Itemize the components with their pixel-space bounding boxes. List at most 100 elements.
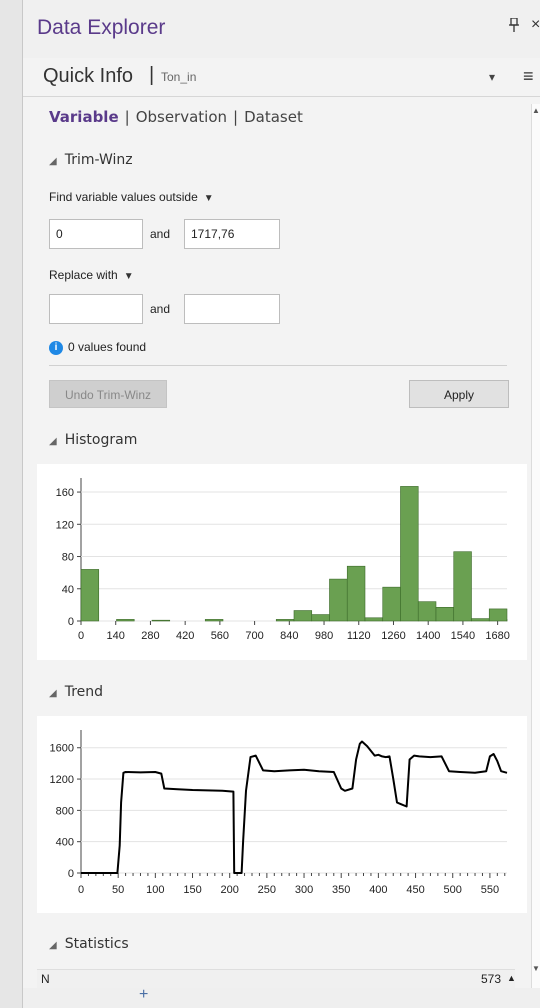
- section-title: Histogram: [64, 432, 138, 448]
- tab-bar: Variable | Observation | Dataset: [49, 108, 303, 126]
- histogram-bar: [151, 619, 171, 622]
- data-explorer-window: Data Explorer × Quick Info | Ton_in ▾ ≡ …: [22, 0, 540, 1008]
- histogram-bar: [275, 619, 295, 622]
- y-tick-label: 400: [56, 837, 74, 849]
- tab-separator: |: [124, 108, 130, 126]
- y-tick-label: 40: [62, 584, 74, 596]
- find-high-input[interactable]: 1717,76: [184, 219, 280, 249]
- section-trend-header[interactable]: ◢ Trend: [49, 684, 103, 700]
- trend-line: [81, 740, 508, 874]
- y-tick-label: 800: [56, 805, 74, 817]
- stat-label: N: [41, 972, 50, 986]
- histogram-bar: [116, 619, 135, 622]
- histogram-bar: [400, 486, 419, 622]
- replace-high-input[interactable]: [184, 294, 280, 324]
- scroll-down-icon[interactable]: ▼: [532, 964, 540, 973]
- x-tick-label: 1680: [485, 630, 509, 642]
- x-tick-label: 1540: [451, 630, 475, 642]
- section-title: Statistics: [64, 936, 129, 952]
- section-title: Trend: [64, 684, 104, 700]
- histogram-bar: [364, 617, 384, 622]
- variable-name: Ton_in: [161, 70, 197, 84]
- x-tick-label: 0: [78, 884, 84, 896]
- tab-dataset[interactable]: Dataset: [244, 108, 303, 126]
- histogram-bar: [346, 565, 366, 622]
- histogram-bar: [293, 610, 313, 622]
- and-label: and: [150, 227, 171, 241]
- scroll-up-icon[interactable]: ▲: [532, 106, 540, 115]
- histogram-chart: 0 40 80 120 160 0 140 280 420 560 700 840 980 1120 126…: [37, 464, 527, 660]
- caret-down-icon: ▼: [203, 193, 214, 204]
- menu-icon[interactable]: ≡: [523, 66, 534, 87]
- collapse-triangle-icon: ◢: [49, 436, 57, 447]
- x-tick-label: 150: [183, 884, 201, 896]
- histogram-bar: [417, 601, 437, 622]
- section-trimwinz-header[interactable]: ◢ Trim-Winz: [49, 152, 133, 168]
- pin-icon[interactable]: [509, 17, 519, 35]
- close-icon[interactable]: ×: [531, 16, 540, 34]
- collapse-triangle-icon: ◢: [49, 156, 57, 167]
- replace-low-input[interactable]: [49, 294, 143, 324]
- collapse-triangle-icon: ◢: [49, 688, 57, 699]
- find-values-dropdown[interactable]: Find variable values outside ▼: [49, 190, 214, 204]
- values-found-text: 0 values found: [68, 340, 147, 354]
- chevron-down-icon[interactable]: ▾: [489, 70, 495, 84]
- x-tick-label: 400: [369, 884, 387, 896]
- x-tick-label: 1400: [416, 630, 440, 642]
- x-tick-label: 280: [141, 630, 159, 642]
- vertical-scrollbar[interactable]: [531, 104, 540, 994]
- quick-info-separator: |: [149, 64, 155, 86]
- replace-with-label: Replace with: [49, 268, 118, 282]
- window-title: Data Explorer: [37, 16, 166, 39]
- and-label: and: [150, 302, 171, 316]
- histogram-bar: [311, 614, 330, 622]
- replace-with-dropdown[interactable]: Replace with ▼: [49, 268, 134, 282]
- section-histogram-header[interactable]: ◢ Histogram: [49, 432, 137, 448]
- histogram-bar: [488, 608, 508, 622]
- y-tick-label: 0: [68, 868, 74, 880]
- trend-svg: 0 400 800 1200 1600 0 50 100 150 200 250 300 350 400 4…: [50, 730, 508, 896]
- caret-down-icon: ▼: [123, 271, 134, 282]
- y-tick-label: 120: [56, 519, 74, 531]
- x-tick-label: 300: [295, 884, 313, 896]
- x-tick-label: 140: [107, 630, 125, 642]
- x-tick-label: 0: [78, 630, 84, 642]
- x-tick-label: 350: [332, 884, 350, 896]
- x-tick-label: 700: [245, 630, 263, 642]
- histogram-bar: [204, 619, 224, 622]
- collapse-triangle-icon: ◢: [49, 940, 57, 951]
- trend-chart: 0 400 800 1200 1600 0 50 100 150 200 250 300 350 400 4…: [37, 716, 527, 913]
- section-statistics-header[interactable]: ◢ Statistics: [49, 936, 129, 952]
- histogram-bar: [435, 607, 455, 622]
- apply-button[interactable]: Apply: [409, 380, 509, 408]
- find-values-label: Find variable values outside: [49, 190, 198, 204]
- histogram-bar: [329, 578, 348, 622]
- quick-info-bar: Quick Info | Ton_in ▾ ≡: [23, 58, 540, 97]
- x-tick-label: 980: [315, 630, 333, 642]
- quick-info-title: Quick Info: [43, 65, 134, 87]
- histogram-svg: 0 40 80 120 160 0 140 280 420 560 700 840 980 1120 126…: [56, 478, 510, 642]
- x-tick-label: 1120: [347, 630, 371, 642]
- x-tick-label: 500: [444, 884, 462, 896]
- histogram-bar: [382, 586, 401, 622]
- find-low-input[interactable]: 0: [49, 219, 143, 249]
- tab-variable[interactable]: Variable: [49, 108, 119, 126]
- x-tick-label: 550: [481, 884, 499, 896]
- title-bar: Data Explorer ×: [23, 0, 540, 59]
- x-tick-label: 200: [221, 884, 239, 896]
- x-tick-label: 250: [258, 884, 276, 896]
- tab-observation[interactable]: Observation: [136, 108, 227, 126]
- chevron-up-icon[interactable]: ▲: [507, 973, 516, 983]
- undo-trim-winz-button[interactable]: Undo Trim-Winz: [49, 380, 167, 408]
- tab-separator: |: [233, 108, 239, 126]
- divider: [49, 365, 507, 366]
- stat-value: 573: [481, 972, 502, 986]
- x-tick-label: 100: [146, 884, 164, 896]
- section-title: Trim-Winz: [64, 152, 133, 168]
- y-tick-label: 0: [68, 616, 74, 628]
- x-tick-label: 50: [112, 884, 124, 896]
- histogram-bar: [471, 618, 490, 622]
- info-icon: i: [49, 340, 63, 355]
- x-tick-label: 840: [280, 630, 298, 642]
- histogram-bar: [453, 551, 472, 622]
